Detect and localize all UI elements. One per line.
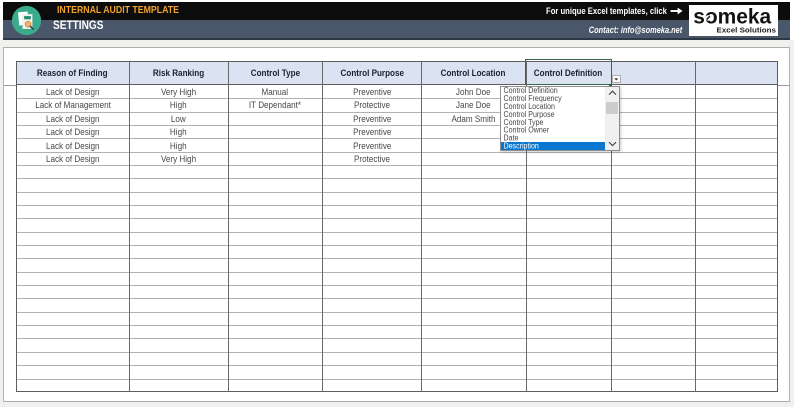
svg-text:Description: Description [504,141,539,150]
svg-text:someka: someka [693,5,771,28]
svg-text:Excel Solutions: Excel Solutions [716,27,776,34]
